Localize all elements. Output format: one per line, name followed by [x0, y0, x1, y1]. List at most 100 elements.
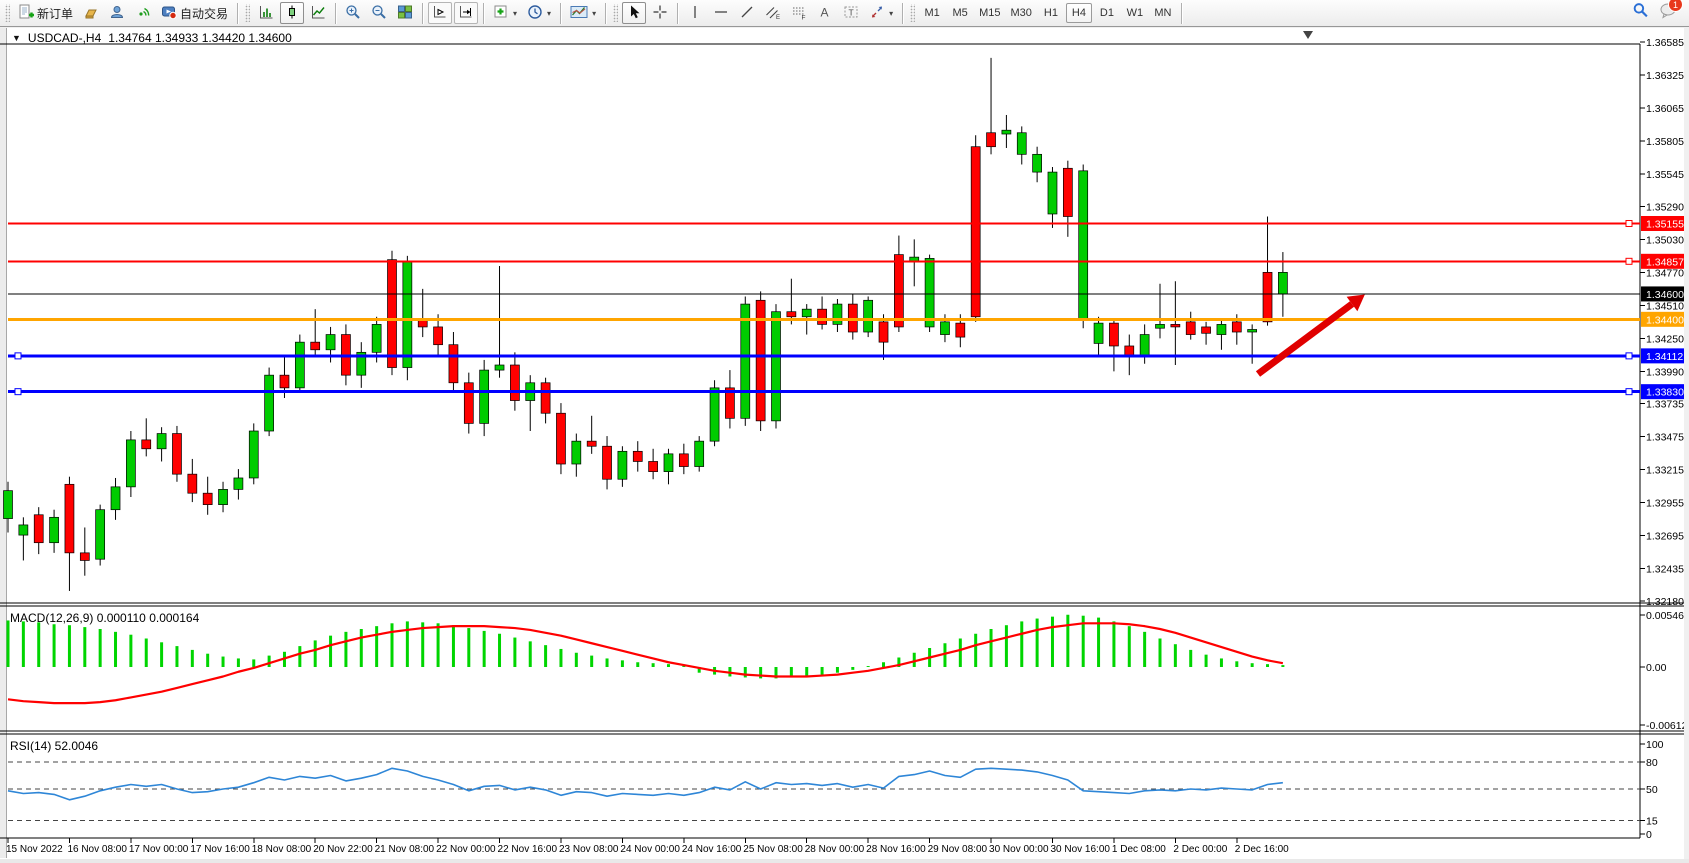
candle [618, 446, 627, 487]
candle [603, 436, 612, 489]
candle [50, 510, 59, 553]
candle [1140, 324, 1149, 363]
candle [1017, 126, 1026, 164]
candle [234, 469, 243, 499]
candle [4, 482, 13, 533]
macd-tick-label: 0.005469 [1646, 610, 1689, 622]
price-tick-label: 1.33735 [1646, 399, 1684, 411]
rsi-tick-label: 100 [1646, 739, 1664, 751]
price-level-badge-label: 1.33830 [1646, 387, 1684, 399]
candle [910, 239, 919, 286]
candle [65, 477, 74, 591]
candle [664, 449, 673, 485]
line-handle[interactable] [1626, 258, 1632, 264]
candle [311, 309, 320, 357]
candle [556, 403, 565, 474]
price-tick-label: 1.32435 [1646, 564, 1684, 576]
price-tick-label: 1.32695 [1646, 531, 1684, 543]
time-tick-label: 17 Nov 00:00 [129, 844, 189, 855]
price-tick-label: 1.35290 [1646, 201, 1684, 213]
candle [157, 427, 166, 461]
price-tick-label: 1.35805 [1646, 136, 1684, 148]
candle [357, 342, 366, 388]
line-handle[interactable] [1626, 353, 1632, 359]
time-tick-label: 16 Nov 08:00 [67, 844, 127, 855]
candle [833, 299, 842, 332]
candle [848, 294, 857, 340]
candle [80, 527, 89, 575]
rsi-tick-label: 15 [1646, 816, 1658, 828]
candle [142, 418, 151, 456]
candle [495, 266, 504, 378]
time-tick-label: 24 Nov 16:00 [682, 844, 742, 855]
candle [541, 378, 550, 424]
candle [649, 449, 658, 479]
candle [1079, 164, 1088, 328]
price-tick-label: 1.36585 [1646, 37, 1684, 49]
candle [587, 416, 596, 454]
price-tick-label: 1.36065 [1646, 103, 1684, 115]
candle [126, 431, 135, 497]
candle [188, 459, 197, 502]
candle [1186, 312, 1195, 340]
price-level-badge-label: 1.34600 [1646, 289, 1684, 301]
time-tick-label: 23 Nov 08:00 [559, 844, 619, 855]
candle [480, 360, 489, 436]
price-level-badge-label: 1.34400 [1646, 314, 1684, 326]
candle [710, 380, 719, 446]
time-tick-label: 29 Nov 08:00 [928, 844, 988, 855]
time-tick-label: 25 Nov 08:00 [743, 844, 803, 855]
time-tick-label: 2 Dec 16:00 [1235, 844, 1289, 855]
line-handle[interactable] [1626, 220, 1632, 226]
line-handle[interactable] [15, 353, 21, 359]
candle [34, 507, 43, 554]
price-level-badge-label: 1.34112 [1646, 351, 1683, 363]
line-handle[interactable] [15, 389, 21, 395]
macd-tick-label: 0.00 [1646, 662, 1667, 674]
candle [1217, 319, 1226, 349]
window-right-edge [1684, 28, 1689, 863]
time-tick-label: 22 Nov 16:00 [498, 844, 558, 855]
price-tick-label: 1.35545 [1646, 169, 1684, 181]
candle [772, 304, 781, 428]
candle [1263, 217, 1272, 326]
candle [265, 368, 274, 437]
price-tick-label: 1.32955 [1646, 498, 1684, 510]
candle [295, 335, 304, 393]
time-tick-label: 2 Dec 00:00 [1173, 844, 1227, 855]
candle [756, 291, 765, 431]
chart-shift-marker[interactable] [1303, 31, 1313, 39]
window-bottom-edge [0, 859, 1689, 863]
candle [1002, 115, 1011, 148]
price-level-badge-label: 1.35155 [1646, 218, 1684, 230]
candle [879, 314, 888, 360]
time-tick-label: 18 Nov 08:00 [252, 844, 312, 855]
candle [526, 375, 535, 431]
time-tick-label: 30 Nov 00:00 [989, 844, 1049, 855]
macd-signal-line [8, 623, 1283, 703]
candle [203, 477, 212, 515]
candle [741, 296, 750, 425]
time-tick-label: 28 Nov 16:00 [866, 844, 926, 855]
candle [987, 58, 996, 154]
rsi-tick-label: 80 [1646, 757, 1658, 769]
candle [1109, 319, 1118, 371]
candle [219, 482, 228, 512]
candle [1033, 147, 1042, 183]
candle [510, 352, 519, 410]
candle [818, 296, 827, 329]
candle [787, 279, 796, 325]
time-tick-label: 22 Nov 00:00 [436, 844, 496, 855]
candle [96, 505, 105, 566]
candle [572, 434, 581, 477]
candle [679, 444, 688, 474]
time-tick-label: 1 Dec 08:00 [1112, 844, 1166, 855]
candle [464, 373, 473, 434]
candle [1156, 284, 1165, 339]
candle [418, 289, 427, 337]
time-tick-label: 24 Nov 00:00 [620, 844, 680, 855]
chart-area[interactable]: 1.365851.363251.360651.358051.355451.352… [0, 0, 1689, 863]
macd-tick-label: -0.006124 [1646, 720, 1689, 732]
price-tick-label: 1.34770 [1646, 267, 1684, 279]
line-handle[interactable] [1626, 389, 1632, 395]
